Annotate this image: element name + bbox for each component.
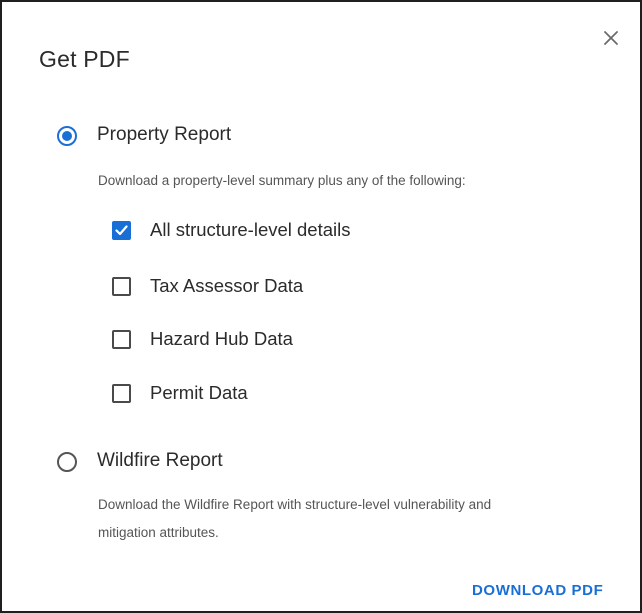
close-icon[interactable] xyxy=(597,24,625,52)
property-report-radio[interactable] xyxy=(57,126,77,146)
hazard-hub-checkbox[interactable] xyxy=(112,330,131,349)
property-report-label[interactable]: Property Report xyxy=(97,124,231,146)
wildfire-report-description-line1: Download the Wildfire Report with struct… xyxy=(98,497,492,512)
all-structure-details-checkbox[interactable] xyxy=(112,221,131,240)
wildfire-report-description-line2: mitigation attributes. xyxy=(98,525,219,540)
all-structure-details-label[interactable]: All structure-level details xyxy=(150,219,351,241)
download-pdf-button[interactable]: DOWNLOAD PDF xyxy=(472,582,603,599)
permit-data-label[interactable]: Permit Data xyxy=(150,382,248,404)
wildfire-report-radio[interactable] xyxy=(57,452,77,472)
get-pdf-dialog: Get PDF Property Report Download a prope… xyxy=(0,0,642,613)
tax-assessor-checkbox[interactable] xyxy=(112,277,131,296)
permit-data-checkbox[interactable] xyxy=(112,384,131,403)
close-button[interactable] xyxy=(597,24,625,52)
tax-assessor-label[interactable]: Tax Assessor Data xyxy=(150,275,303,297)
property-report-description: Download a property-level summary plus a… xyxy=(98,173,466,188)
hazard-hub-label[interactable]: Hazard Hub Data xyxy=(150,328,293,350)
checkmark-icon xyxy=(115,225,128,236)
wildfire-report-label[interactable]: Wildfire Report xyxy=(97,450,223,472)
dialog-title: Get PDF xyxy=(39,46,130,72)
